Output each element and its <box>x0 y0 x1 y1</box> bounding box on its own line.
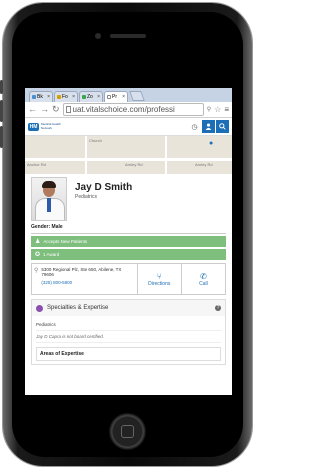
search-icon[interactable]: ⚲ <box>207 107 211 113</box>
profile-card: Jay D Smith Pediatrics <box>25 174 232 221</box>
browser-tab[interactable]: Fo × <box>54 91 78 102</box>
site-logo[interactable]: HM Medical Health Network <box>28 122 65 131</box>
areas-of-expertise-heading: Areas of Expertise <box>36 347 221 361</box>
map-road <box>25 158 232 161</box>
specialties-header[interactable]: Specialties & Expertise ? <box>32 300 225 316</box>
favicon-icon <box>57 95 61 99</box>
site-header: HM Medical Health Network ◷ <box>25 118 232 136</box>
close-tab-icon[interactable]: × <box>72 94 75 100</box>
volume-button <box>0 126 3 148</box>
address-bar[interactable]: uat.vitalschoice.com/professi <box>62 103 204 116</box>
specialties-icon <box>36 304 43 312</box>
favicon-icon <box>82 95 86 99</box>
volume-button <box>0 100 3 122</box>
doctor-name: Jay D Smith <box>75 182 133 193</box>
gender-label: Gender: Male <box>31 224 63 230</box>
reload-icon[interactable]: ↻ <box>52 105 60 114</box>
browser-tab[interactable]: Bk × <box>29 91 53 102</box>
location-map[interactable]: Anchor Rd Church Arnley Rd Arnley Rd ● <box>25 136 232 174</box>
close-tab-icon[interactable]: × <box>122 94 125 100</box>
divider <box>31 233 226 234</box>
menu-icon[interactable]: ≡ <box>224 105 229 114</box>
browser-toolbar: ← → ↻ uat.vitalschoice.com/professi ⚲ ☆ … <box>25 102 232 118</box>
browser-tab-active[interactable]: Pr × <box>104 91 128 102</box>
page-icon <box>107 95 111 99</box>
map-marker-icon: ⚲ <box>34 268 39 274</box>
address-text: 5300 Regional Plz, Ste 650, Abilene, TX … <box>41 267 122 277</box>
favicon-icon <box>32 95 36 99</box>
phone-link[interactable]: (325) 800-5800 <box>41 280 134 285</box>
location-box: ⚲ 5300 Regional Plz, Ste 650, Abilene, T… <box>31 263 226 295</box>
map-label: Church <box>89 138 102 143</box>
award-icon: ✪ <box>35 252 41 258</box>
map-road <box>85 136 87 174</box>
info-icon[interactable]: ? <box>215 305 221 311</box>
map-road <box>165 136 167 174</box>
back-icon[interactable]: ← <box>28 105 37 114</box>
award-badge[interactable]: ✪ 1 Award <box>31 249 226 260</box>
forward-icon[interactable]: → <box>40 105 49 114</box>
specialties-section: Specialties & Expertise ? Pediatrics Jay… <box>31 299 226 365</box>
directions-button[interactable]: ⑂ Directions <box>138 264 182 294</box>
user-plus-icon: ♟ <box>35 239 41 245</box>
logo-mark-icon: HM <box>28 122 39 131</box>
map-label: Arnley Rd <box>195 162 213 167</box>
map-label: Arnley Rd <box>125 162 143 167</box>
search-icon[interactable] <box>216 120 229 133</box>
history-icon[interactable]: ◷ <box>188 120 201 133</box>
front-camera <box>95 33 101 39</box>
directions-icon: ⑂ <box>156 271 162 281</box>
specialties-body: Pediatrics Jay D Capra is not board cert… <box>32 316 225 364</box>
earpiece-speaker <box>110 34 146 38</box>
call-button[interactable]: ✆ Call <box>182 264 225 294</box>
close-tab-icon[interactable]: × <box>97 94 100 100</box>
map-label: Anchor Rd <box>27 162 46 167</box>
user-icon[interactable] <box>202 120 215 133</box>
phone-screen: Bk × Fo × Zo × Pr × ← → ↻ uat.vitalschoice.c… <box>25 88 232 395</box>
close-tab-icon[interactable]: × <box>47 94 50 100</box>
bookmark-star-icon[interactable]: ☆ <box>214 105 221 114</box>
accepts-new-patients-badge: ♟ Accepts New Patients <box>31 236 226 247</box>
board-cert-note: Jay D Capra is not board certified. <box>36 331 221 343</box>
page-info-icon <box>65 106 71 113</box>
doctor-specialty: Pediatrics <box>75 194 97 200</box>
browser-tab-bar: Bk × Fo × Zo × Pr × <box>25 88 232 102</box>
phone-icon: ✆ <box>200 271 207 281</box>
specialty-item: Pediatrics <box>36 319 221 331</box>
map-pin-icon: ● <box>209 140 214 147</box>
browser-tab[interactable]: Zo × <box>79 91 103 102</box>
address-block: ⚲ 5300 Regional Plz, Ste 650, Abilene, T… <box>32 264 138 294</box>
volume-button <box>0 80 3 94</box>
home-button-icon <box>121 425 134 438</box>
doctor-photo <box>31 177 67 221</box>
new-tab-button[interactable] <box>129 91 145 101</box>
